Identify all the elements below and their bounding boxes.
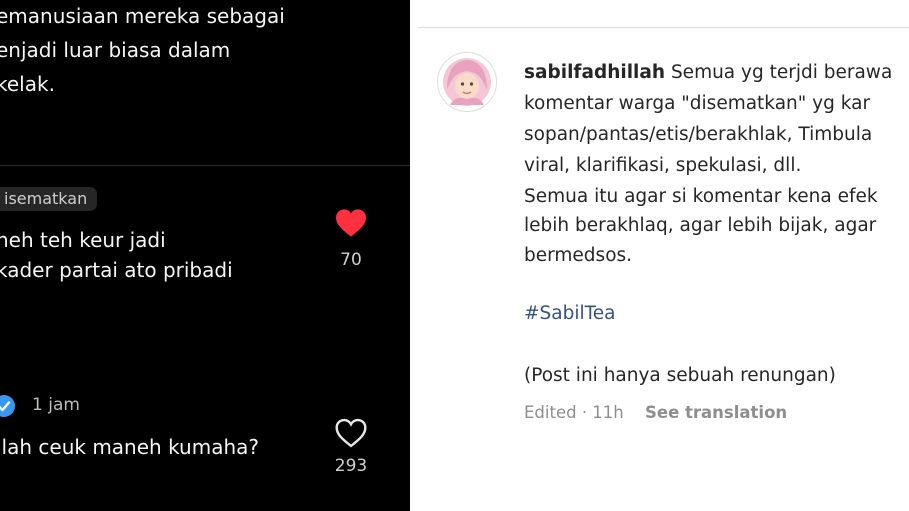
post-caption-line: viral, klarifikasi, spekulasi, dll. [524, 155, 802, 176]
comment-text: llah ceuk maneh kumaha? [0, 435, 259, 459]
comment-text: kader partai ato pribadi [0, 258, 233, 282]
caption-text: Semua yg terjdi berawa [670, 62, 893, 83]
see-translation-button[interactable]: See translation [645, 403, 787, 422]
comment-text: neh teh keur jadi [0, 228, 166, 252]
post-panel: sabilfadhillah Semua yg terjdi berawa ko… [418, 0, 909, 511]
heart-filled-icon[interactable] [334, 208, 368, 238]
username-link[interactable]: sabilfadhillah [524, 62, 665, 83]
verified-badge-icon [0, 395, 15, 417]
pinned-badge: isematkan [0, 187, 98, 211]
like-count: 293 [334, 456, 368, 476]
post-caption-line: sopan/pantas/etis/berakhlak, Timbula [524, 124, 873, 145]
post-meta: Edited · 11h See translation [524, 403, 787, 422]
edited-timestamp: Edited · 11h [524, 403, 624, 422]
divider [0, 165, 410, 166]
caption-line: enjadi luar biasa dalam [0, 38, 231, 62]
like-count: 70 [340, 250, 362, 270]
post-caption-line: bermedsos. [524, 245, 633, 266]
comments-panel: emanusiaan mereka sebagai enjadi luar bi… [0, 0, 410, 511]
caption-line: kelak. [0, 72, 55, 96]
post-caption-line: lebih berakhlaq, agar lebih bijak, agar [524, 215, 877, 236]
hashtag-link[interactable]: #SabilTea [524, 303, 615, 324]
post-caption-line: komentar warga "disematkan" yg kar [524, 93, 871, 114]
avatar-image-icon [443, 58, 491, 106]
separator [410, 0, 418, 511]
caption-line: emanusiaan mereka sebagai [0, 4, 285, 28]
heart-outline-icon[interactable] [334, 418, 368, 448]
post-caption-line: sabilfadhillah Semua yg terjdi berawa [524, 62, 892, 83]
divider [418, 27, 909, 28]
comment-time: 1 jam [32, 395, 80, 415]
avatar[interactable] [437, 52, 497, 112]
post-note: (Post ini hanya sebuah renungan) [524, 365, 836, 386]
post-caption-line: Semua itu agar si komentar kena efek [524, 186, 878, 207]
